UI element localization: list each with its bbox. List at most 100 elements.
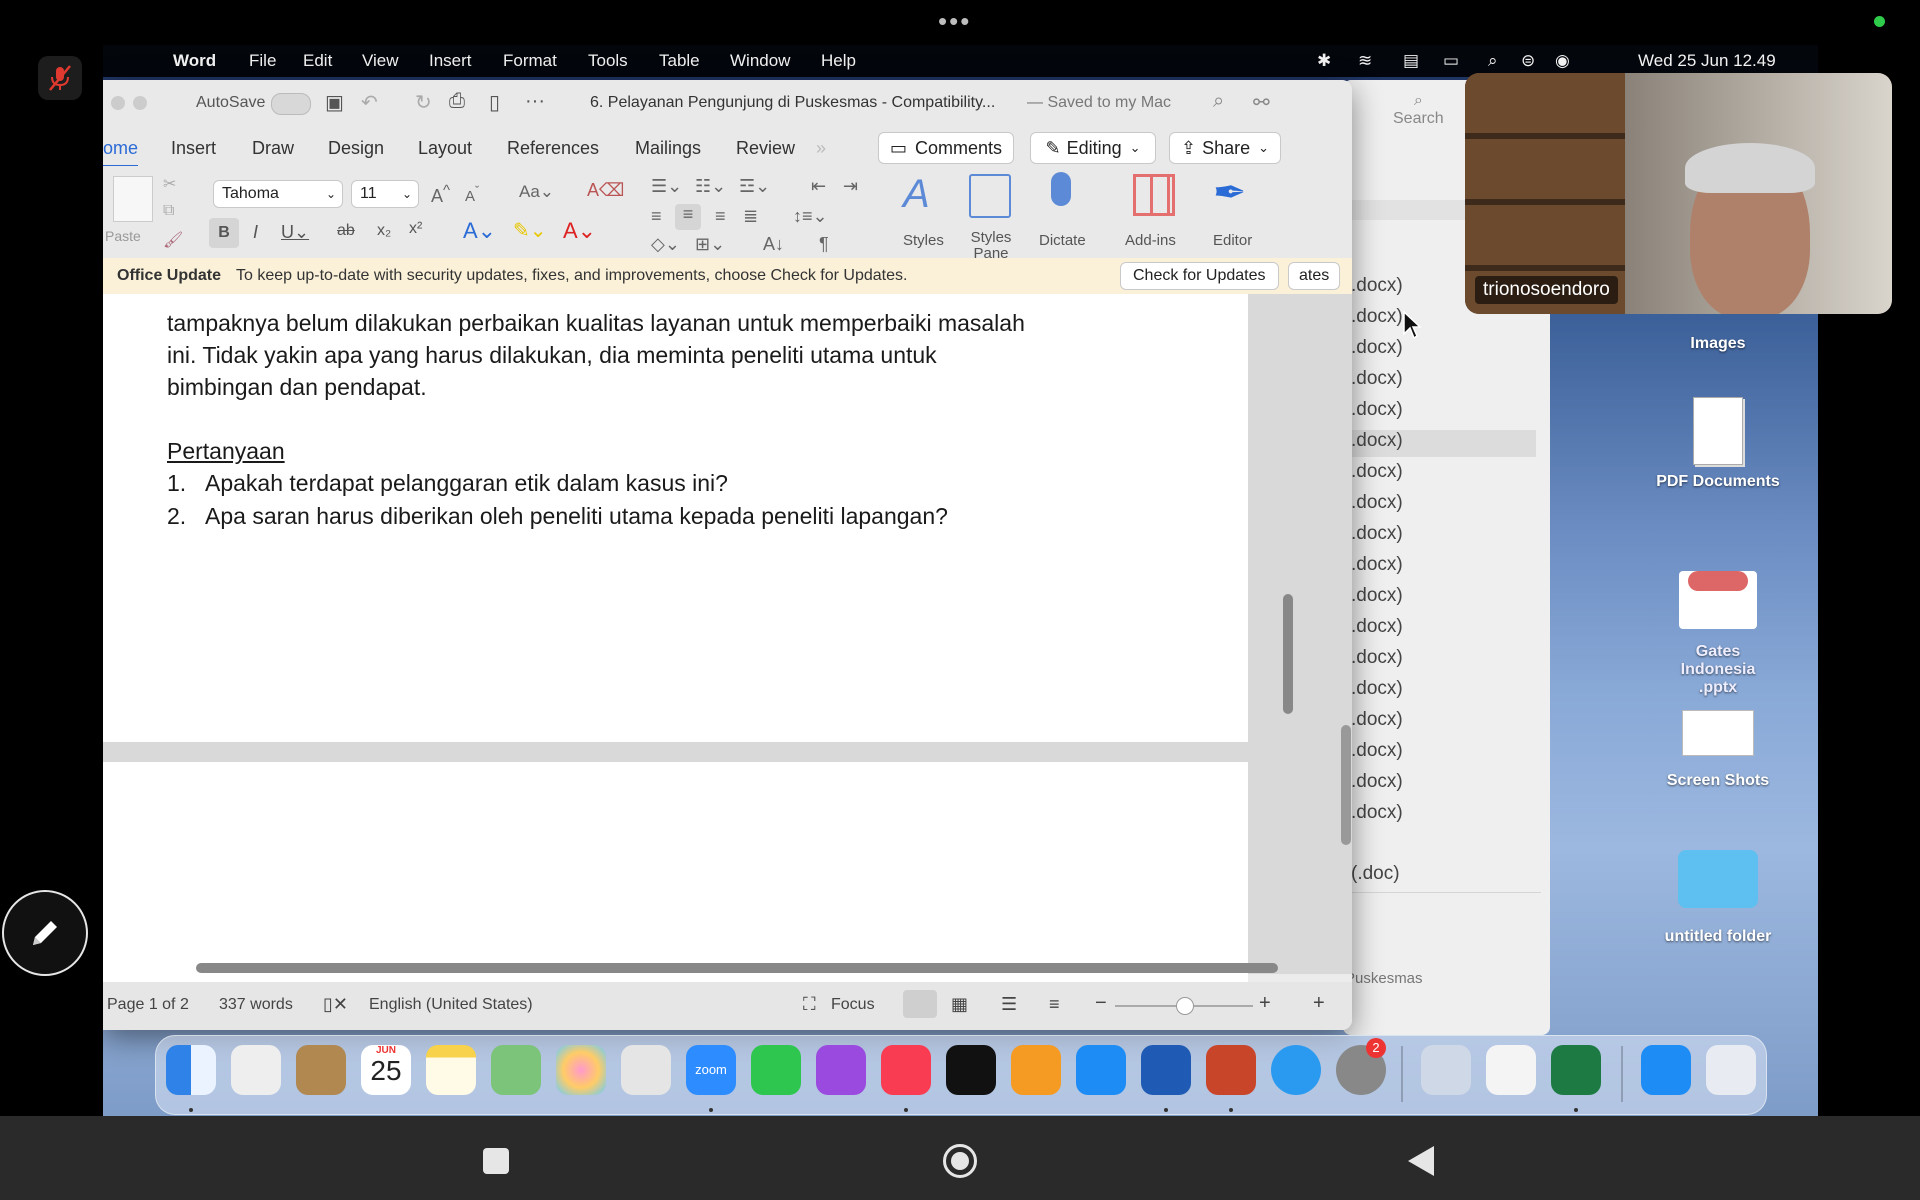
add-ins-icon[interactable]	[1133, 174, 1175, 216]
finder-scrollbar[interactable]	[1341, 725, 1351, 845]
menu-table[interactable]: Table	[659, 51, 700, 71]
outline-icon[interactable]: ☰	[1001, 994, 1017, 1015]
preview-app-icon[interactable]	[1421, 1045, 1471, 1095]
finder-updates-fragment[interactable]: ates	[1288, 262, 1341, 290]
document-page[interactable]: tampaknya belum dilakukan perbaikan kual…	[103, 294, 1248, 742]
more-options-icon[interactable]: •••	[938, 6, 971, 37]
web-layout-icon[interactable]: ▦	[951, 994, 968, 1015]
finder-file-row[interactable]: .docx)	[1351, 678, 1536, 705]
music-app-icon[interactable]	[881, 1045, 931, 1095]
check-for-updates-button[interactable]: Check for Updates	[1120, 262, 1279, 290]
format-painter-icon[interactable]: 🖌	[163, 230, 183, 250]
zoom-app-icon[interactable]: zoom	[686, 1045, 736, 1095]
share-button[interactable]: ⇪ Share ⌄	[1169, 132, 1281, 164]
finder-file-row[interactable]: .docx)	[1351, 368, 1536, 395]
bluetooth-icon[interactable]: ✱	[1317, 51, 1331, 71]
show-formatting-icon[interactable]: ¶	[819, 234, 829, 255]
question-heading[interactable]: Pertanyaan	[167, 438, 285, 465]
shading-icon[interactable]: ◇⌄	[651, 234, 680, 255]
desktop-icon-untitled-folder[interactable]: untitled folder	[1643, 850, 1793, 946]
control-center-icon[interactable]: ⊜	[1521, 51, 1535, 71]
finder-file-row[interactable]: .docx)	[1351, 647, 1536, 674]
focus-button[interactable]: Focus	[831, 996, 875, 1014]
desktop-icon-screen-shots[interactable]: Screen Shots	[1643, 710, 1793, 790]
tab-mailings[interactable]: Mailings	[635, 138, 701, 159]
word-app-icon[interactable]	[1141, 1045, 1191, 1095]
tab-draw[interactable]: Draw	[252, 138, 294, 159]
copy-icon[interactable]: ⧉	[163, 202, 174, 220]
whatsapp-app-icon[interactable]	[621, 1045, 671, 1095]
text-effects-icon[interactable]: A⌄	[463, 218, 496, 244]
desktop-icon-images[interactable]: Images	[1643, 335, 1793, 353]
new-document-icon[interactable]: ▯	[489, 90, 500, 115]
save-icon[interactable]: ▣	[325, 90, 344, 115]
microphone-icon[interactable]	[1051, 172, 1071, 206]
menu-app-name[interactable]: Word	[173, 51, 216, 71]
editor-label[interactable]: Editor	[1213, 232, 1252, 249]
minimize-icon[interactable]	[111, 96, 125, 110]
launchpad-app-icon[interactable]	[231, 1045, 281, 1095]
finder-file-row[interactable]: .docx)	[1351, 802, 1536, 829]
line-spacing-icon[interactable]: ↕≡⌄	[793, 206, 828, 227]
stage-manager-icon[interactable]: ▤	[1403, 51, 1419, 71]
maps-app-icon[interactable]	[491, 1045, 541, 1095]
focus-icon[interactable]: ⛶	[803, 994, 816, 1015]
applications-folder-icon[interactable]	[1641, 1045, 1691, 1095]
apple-tv-app-icon[interactable]	[946, 1045, 996, 1095]
align-left-icon[interactable]: ≡	[651, 206, 662, 227]
siri-icon[interactable]: ◉	[1555, 51, 1570, 71]
more-icon[interactable]: ···	[525, 90, 545, 113]
back-button[interactable]	[1406, 1144, 1436, 1178]
menu-view[interactable]: View	[362, 51, 399, 71]
finder-file-row[interactable]: .docx)	[1351, 585, 1536, 612]
finder-file-row[interactable]: .docx)	[1351, 740, 1536, 767]
italic-button[interactable]: I	[253, 222, 258, 243]
multilevel-list-icon[interactable]: ☲⌄	[739, 176, 770, 197]
powerpoint-app-icon[interactable]	[1206, 1045, 1256, 1095]
bullets-icon[interactable]: ☰⌄	[651, 176, 682, 197]
podcasts-app-icon[interactable]	[816, 1045, 866, 1095]
menu-file[interactable]: File	[249, 51, 276, 71]
redo-icon[interactable]: ↻	[415, 90, 432, 115]
books-app-icon[interactable]	[1011, 1045, 1061, 1095]
sort-icon[interactable]: A↓	[763, 234, 784, 255]
menu-edit[interactable]: Edit	[303, 51, 332, 71]
wifi-icon[interactable]: ≋	[1358, 51, 1372, 71]
battery-icon[interactable]: ▭	[1443, 51, 1459, 71]
print-icon[interactable]: ⎙	[449, 90, 465, 113]
shrink-font-icon[interactable]: Aˇ	[465, 184, 479, 205]
decrease-indent-icon[interactable]: ⇤	[811, 176, 826, 197]
menubar-clock[interactable]: Wed 25 Jun 12.49	[1638, 51, 1776, 71]
finder-file-row[interactable]: .docx)	[1351, 771, 1536, 798]
tab-references[interactable]: References	[507, 138, 599, 159]
tab-design[interactable]: Design	[328, 138, 384, 159]
desktop-icon-gates-indonesia[interactable]: Gates Indonesia .pptx	[1643, 553, 1793, 697]
question-text[interactable]: Apa saran harus diberikan oleh peneliti …	[205, 503, 948, 530]
bold-button[interactable]: B	[209, 218, 239, 248]
print-layout-icon[interactable]	[903, 990, 937, 1018]
mic-muted-button[interactable]	[38, 56, 82, 100]
finder-doc-file[interactable]: (.doc)	[1351, 863, 1400, 885]
increase-indent-icon[interactable]: ⇥	[843, 176, 858, 197]
menu-help[interactable]: Help	[821, 51, 856, 71]
borders-icon[interactable]: ⊞⌄	[695, 234, 725, 255]
subscript-button[interactable]: x₂	[377, 222, 391, 240]
participant-video[interactable]: trionosoendoro	[1465, 73, 1892, 314]
excel-app-icon[interactable]	[1551, 1045, 1601, 1095]
app-store-app-icon[interactable]	[1076, 1045, 1126, 1095]
autosave-toggle[interactable]	[271, 93, 311, 115]
spotlight-icon[interactable]: ⌕	[1488, 51, 1498, 71]
notes-app-icon[interactable]	[426, 1045, 476, 1095]
editor-icon[interactable]: ✒	[1213, 170, 1247, 216]
doc-line[interactable]: ini. Tidak yakin apa yang harus dilakuka…	[167, 342, 937, 369]
finder-app-icon[interactable]	[166, 1045, 216, 1095]
strikethrough-button[interactable]: ab	[337, 222, 355, 240]
photos-app-icon[interactable]	[556, 1045, 606, 1095]
search-icon[interactable]: ⌕	[1213, 90, 1224, 113]
proofing-icon[interactable]: ▯✕	[323, 994, 348, 1015]
save-status[interactable]: — Saved to my Mac	[1027, 94, 1171, 112]
finder-file-row[interactable]: .docx)	[1351, 554, 1536, 581]
highlight-icon[interactable]: ✎⌄	[513, 218, 547, 243]
styles-pane-icon[interactable]	[969, 174, 1011, 218]
collab-icon[interactable]: ⚯	[1253, 90, 1270, 115]
